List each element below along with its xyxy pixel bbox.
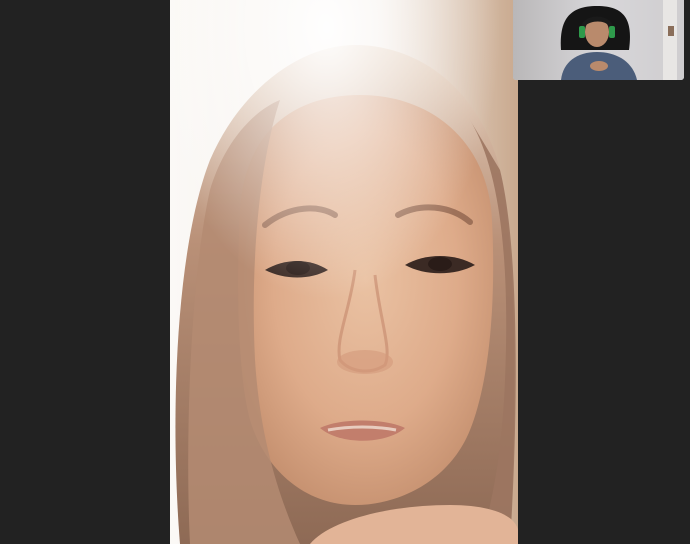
left-letterbox-panel: [0, 0, 170, 544]
remote-video-frame: [170, 0, 518, 544]
self-view-pip[interactable]: [513, 0, 684, 80]
video-call-window: [0, 0, 690, 544]
self-view-frame: [513, 0, 684, 80]
right-letterbox-panel: [518, 0, 690, 544]
remote-video-feed[interactable]: [170, 0, 518, 544]
